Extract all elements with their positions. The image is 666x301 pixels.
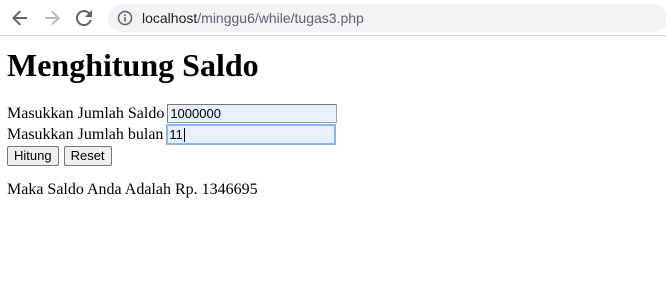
bulan-input[interactable]: 11 [166, 124, 337, 145]
reload-button[interactable] [73, 7, 95, 29]
bulan-input-value: 11 [169, 127, 183, 142]
reset-button[interactable]: Reset [63, 146, 112, 166]
url-host: localhost [142, 10, 198, 26]
result-text: Maka Saldo Anda Adalah Rp. 1346695 [7, 181, 258, 198]
browser-toolbar: localhost/minggu6/while/tugas3.php [0, 0, 666, 36]
bulan-row: Masukkan Jumlah bulan 11 [7, 124, 337, 145]
forward-arrow-icon [45, 10, 60, 26]
saldo-input-value: 1000000 [170, 106, 221, 121]
back-arrow-icon [12, 10, 27, 26]
bulan-label: Masukkan Jumlah bulan [7, 125, 164, 143]
url-text[interactable]: localhost/minggu6/while/tugas3.php [142, 10, 364, 26]
page-content: Menghitung Saldo Masukkan Jumlah Saldo 1… [7, 36, 666, 301]
text-caret [183, 127, 185, 142]
page-title: Menghitung Saldo [7, 47, 259, 83]
url-path: /minggu6/while/tugas3.php [197, 10, 364, 26]
info-icon[interactable] [117, 10, 133, 26]
back-button[interactable] [9, 7, 31, 29]
saldo-label: Masukkan Jumlah Saldo [7, 104, 165, 122]
saldo-row: Masukkan Jumlah Saldo 1000000 [7, 103, 338, 124]
saldo-input[interactable]: 1000000 [167, 104, 338, 123]
form-buttons: Hitung Reset [7, 146, 117, 166]
forward-button[interactable] [41, 7, 63, 29]
reload-icon [75, 10, 92, 27]
address-bar[interactable]: localhost/minggu6/while/tugas3.php [108, 4, 666, 32]
hitung-button[interactable]: Hitung [7, 146, 59, 166]
